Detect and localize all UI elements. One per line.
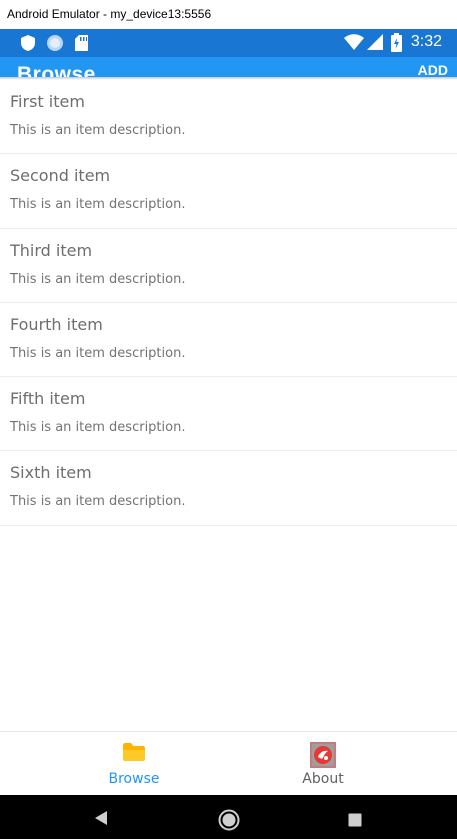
about-icon bbox=[310, 742, 336, 768]
add-button[interactable]: ADD bbox=[418, 62, 448, 77]
recents-icon[interactable] bbox=[348, 813, 362, 827]
item-name: First item bbox=[10, 92, 85, 111]
list-item[interactable]: Sixth item This is an item description. bbox=[0, 451, 457, 526]
sync-notification-icon bbox=[47, 35, 63, 51]
list-item[interactable]: First item This is an item description. bbox=[0, 80, 457, 155]
status-time: 3:32 bbox=[410, 33, 442, 50]
item-description: This is an item description. bbox=[10, 123, 186, 138]
tab-about-label: About bbox=[302, 771, 344, 787]
sd-card-icon bbox=[75, 35, 88, 51]
folder-icon bbox=[123, 743, 145, 761]
item-name: Fourth item bbox=[10, 314, 103, 334]
wifi-icon bbox=[344, 34, 364, 50]
app-bar: Browse ADD bbox=[0, 57, 457, 77]
item-description: This is an item description. bbox=[10, 345, 186, 361]
item-description: This is an item description. bbox=[10, 420, 186, 436]
item-description: This is an item description. bbox=[10, 494, 186, 510]
tab-about[interactable]: About bbox=[209, 732, 437, 796]
signal-icon bbox=[367, 34, 383, 50]
shield-notification-icon bbox=[21, 35, 35, 51]
home-icon[interactable] bbox=[218, 809, 240, 831]
item-name: Second item bbox=[10, 166, 111, 186]
list-item[interactable]: Second item This is an item description. bbox=[0, 154, 457, 229]
item-name: Fifth item bbox=[10, 389, 86, 409]
item-description: This is an item description. bbox=[10, 271, 186, 287]
battery-charging-icon bbox=[391, 33, 402, 52]
list-item[interactable]: Fourth item This is an item description. bbox=[0, 303, 457, 378]
list-item[interactable]: Third item This is an item description. bbox=[0, 229, 457, 303]
item-name: Third item bbox=[10, 240, 93, 260]
items-list: First item This is an item description. … bbox=[0, 80, 457, 526]
back-icon[interactable] bbox=[93, 810, 109, 826]
item-name: Sixth item bbox=[10, 463, 92, 483]
page-title: Browse bbox=[17, 63, 96, 77]
window-title: Android Emulator - my_device13:5556 bbox=[0, 0, 457, 29]
list-item[interactable]: Fifth item This is an item description. bbox=[0, 377, 457, 452]
item-description: This is an item description. bbox=[10, 197, 186, 213]
bottom-tab-bar: Browse About bbox=[0, 731, 457, 795]
android-nav-bar bbox=[0, 795, 457, 839]
status-bar: 3:32 bbox=[0, 29, 457, 57]
